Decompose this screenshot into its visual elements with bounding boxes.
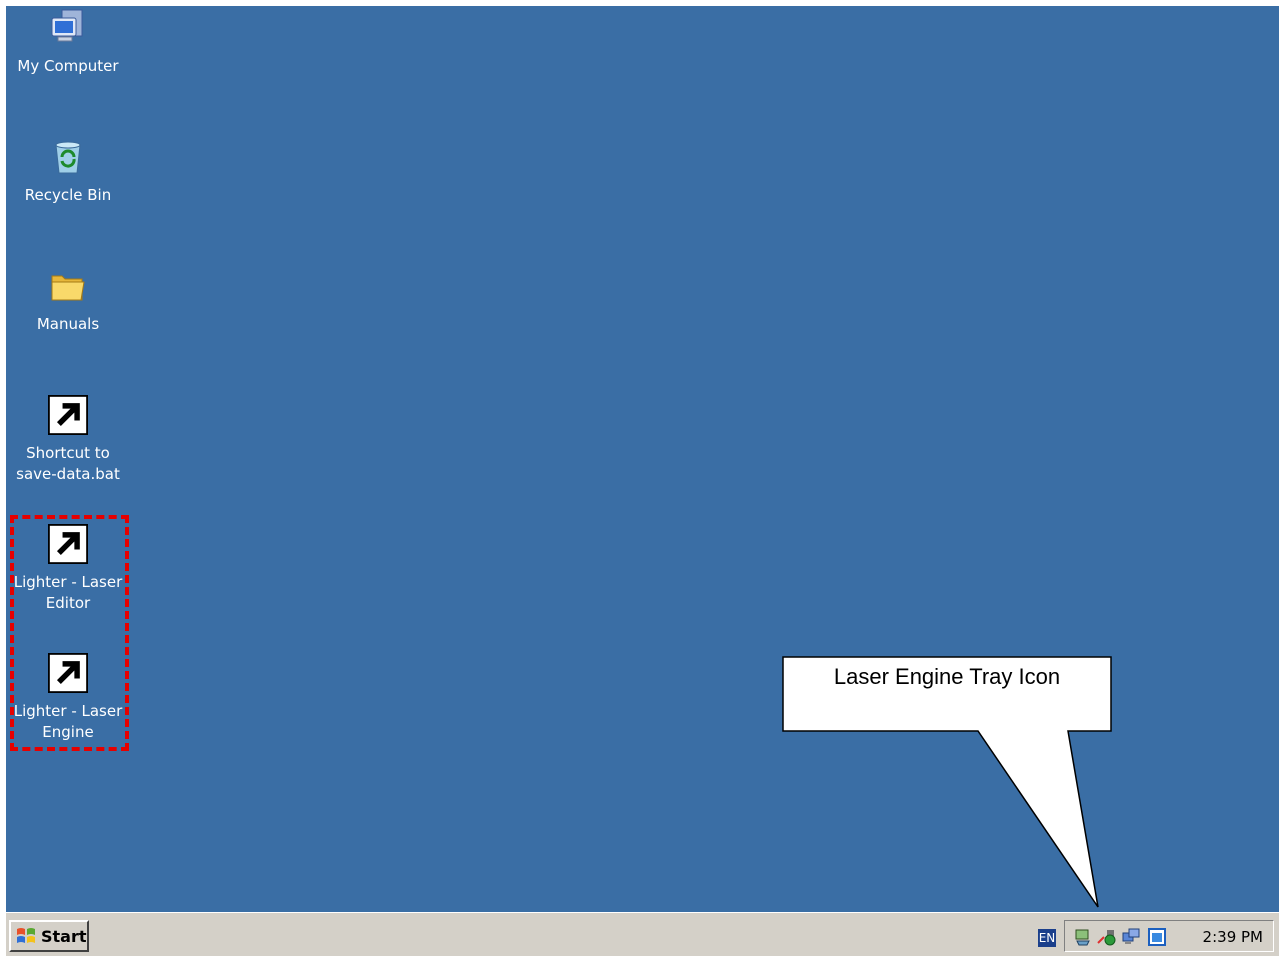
start-button[interactable]: Start [9,920,89,952]
system-tray: 2:39 PM [1064,920,1274,952]
start-label: Start [41,926,87,946]
desktop-icon-label: My Computer [17,57,119,75]
shortcut-arrow-icon [48,395,88,435]
desktop-icon-recycle-bin[interactable]: Recycle Bin [6,137,130,206]
network-icon[interactable] [1073,927,1093,947]
my-computer-icon [48,8,88,48]
taskbar: Start EN 2:39 PM [6,912,1279,956]
batch-file-shortcut-icon [48,395,88,435]
laser-engine-tray-icon[interactable] [1097,927,1117,947]
desktop-icon-label: Recycle Bin [24,186,112,204]
desktop-icon-label: Manuals [36,315,100,333]
folder-icon [48,266,88,306]
desktop-icon-manuals[interactable]: Manuals [6,266,130,335]
desktop-icon-my-computer[interactable]: My Computer [6,8,130,77]
language-indicator[interactable]: EN [1038,929,1056,947]
clock[interactable]: 2:39 PM [1203,927,1263,947]
recycle-bin-icon [48,137,88,177]
desktop-icon-save-data-shortcut[interactable]: Shortcut to save-data.bat [6,395,130,485]
callout-label: Laser Engine Tray Icon [833,664,1061,689]
computers-icon[interactable] [1121,927,1141,947]
app-window-icon[interactable] [1147,927,1167,947]
desktop-icon-label: Shortcut to save-data.bat [16,444,120,483]
laser-shortcuts-highlight [10,515,129,751]
windows-logo-icon [17,928,35,943]
